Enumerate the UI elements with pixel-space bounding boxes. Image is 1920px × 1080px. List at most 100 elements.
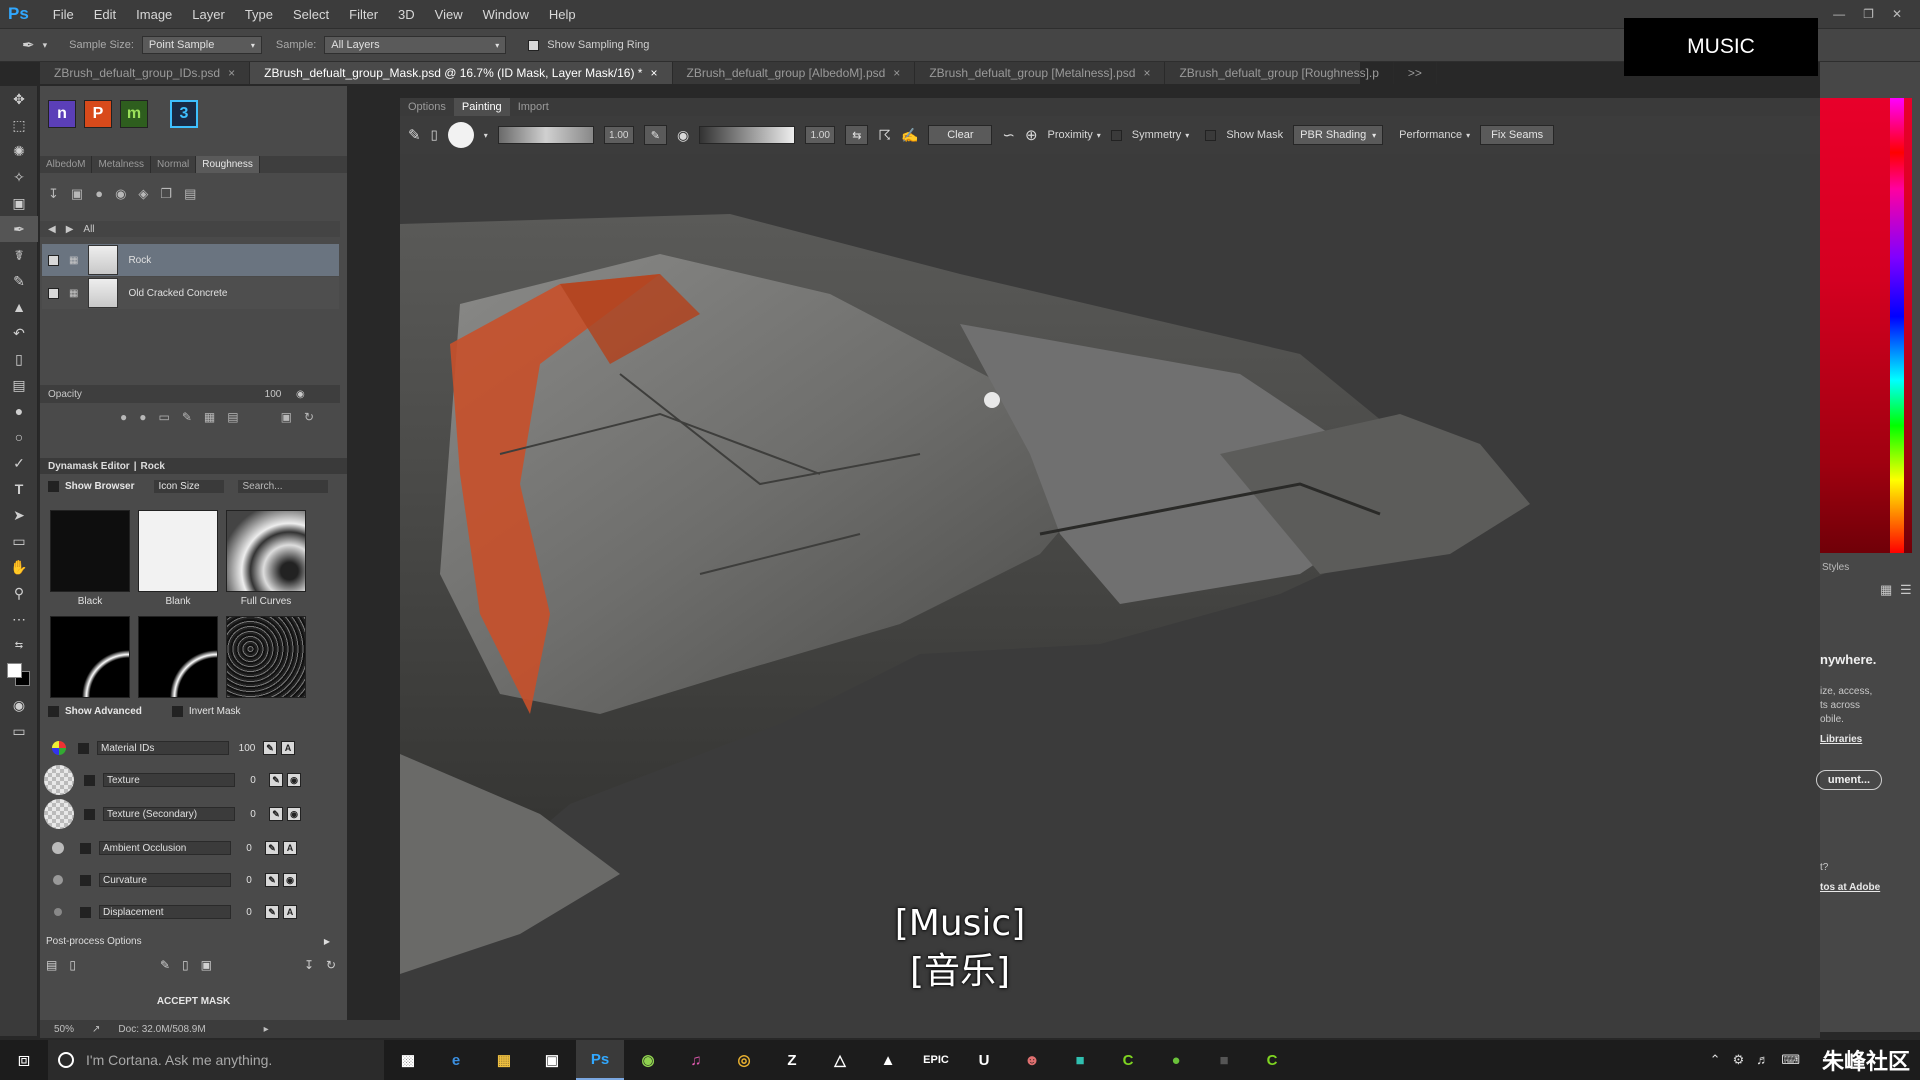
- settings-icon[interactable]: ◉: [287, 807, 301, 821]
- marquee-tool-icon[interactable]: ⬚: [0, 112, 38, 138]
- doc-tabs-overflow[interactable]: >>: [1394, 62, 1437, 84]
- invert-mask-checkbox[interactable]: [171, 706, 183, 717]
- sample-select[interactable]: All Layers ▾: [324, 36, 507, 54]
- menu-help[interactable]: Help: [539, 7, 586, 22]
- cortana-search[interactable]: I'm Cortana. Ask me anything.: [48, 1040, 384, 1080]
- accept-mask-button[interactable]: ACCEPT MASK: [40, 990, 347, 1012]
- color-swatches-icon[interactable]: [0, 658, 38, 692]
- brush-icon[interactable]: ✎: [408, 126, 421, 144]
- doc-tab-metalness[interactable]: ZBrush_defualt_group [Metalness].psd ×: [915, 62, 1166, 84]
- performance-dropdown[interactable]: Performance: [1399, 129, 1462, 141]
- clone-stamp-tool-icon[interactable]: ▲: [0, 294, 38, 320]
- camtasia-icon[interactable]: C: [1104, 1040, 1152, 1080]
- symmetry-checkbox[interactable]: [1110, 129, 1122, 141]
- channel-tab-normal[interactable]: Normal: [151, 156, 197, 173]
- mask-thumb-noise[interactable]: [226, 616, 306, 698]
- property-row-displacement[interactable]: Displacement 0 ✎ A: [42, 898, 332, 926]
- refresh-icon[interactable]: ↻: [304, 410, 314, 424]
- keyboard-icon[interactable]: ⌨: [1781, 1052, 1800, 1068]
- shading-select[interactable]: PBR Shading ▾: [1293, 125, 1384, 145]
- edit-icon[interactable]: ✎: [269, 807, 283, 821]
- auto-icon[interactable]: A: [283, 841, 297, 855]
- post-process-row[interactable]: Post-process Options ▶: [40, 932, 340, 950]
- share-icon[interactable]: ↗: [92, 1024, 100, 1035]
- menu-filter[interactable]: Filter: [339, 7, 388, 22]
- edit-icon[interactable]: ✎: [265, 905, 279, 919]
- eyedropper-tool-icon[interactable]: ✒: [0, 216, 38, 242]
- search-field[interactable]: Search...: [238, 480, 329, 493]
- magic-wand-tool-icon[interactable]: ✧: [0, 164, 38, 190]
- flow-icon[interactable]: ◉: [677, 127, 689, 144]
- eraser-icon[interactable]: ▯: [431, 127, 438, 143]
- substance-icon[interactable]: ◉: [624, 1040, 672, 1080]
- chevron-down-icon[interactable]: ▾: [484, 131, 488, 140]
- zoom-level[interactable]: 50%: [54, 1024, 74, 1035]
- size-value[interactable]: 1.00: [603, 126, 634, 144]
- move-tool-icon[interactable]: ✥: [0, 86, 38, 112]
- icon-size-field[interactable]: Icon Size: [154, 480, 225, 493]
- swap-colors-icon[interactable]: ⇆: [0, 632, 38, 658]
- property-enable-checkbox[interactable]: [80, 874, 91, 886]
- character-icon[interactable]: ☻: [1008, 1040, 1056, 1080]
- proximity-dropdown[interactable]: Proximity: [1048, 129, 1093, 141]
- brush-tool-icon[interactable]: ✎: [0, 268, 38, 294]
- brush-preview-icon[interactable]: [447, 122, 474, 148]
- doc-info[interactable]: Doc: 32.0M/508.9M: [118, 1024, 205, 1035]
- mask-thumb-full-curves[interactable]: [226, 510, 306, 592]
- brush-icon[interactable]: ✎: [160, 958, 170, 972]
- history-brush-tool-icon[interactable]: ↶: [0, 320, 38, 346]
- duplicate-icon[interactable]: ❐: [160, 186, 172, 202]
- menu-window[interactable]: Window: [473, 7, 539, 22]
- tab-painting[interactable]: Painting: [453, 98, 510, 116]
- menu-file[interactable]: File: [43, 7, 84, 22]
- save-icon[interactable]: ▤: [46, 958, 57, 972]
- swap-button[interactable]: ⇆: [845, 125, 869, 145]
- fix-seams-button[interactable]: Fix Seams: [1480, 125, 1555, 145]
- folder-icon[interactable]: ▦: [204, 410, 215, 424]
- edit-icon[interactable]: ✎: [265, 841, 279, 855]
- doc-tab-mask[interactable]: ZBrush_defualt_group_Mask.psd @ 16.7% (I…: [250, 62, 673, 84]
- marmoset-icon[interactable]: ■: [1056, 1040, 1104, 1080]
- property-value[interactable]: 0: [241, 775, 265, 786]
- close-icon[interactable]: ✕: [1892, 7, 1902, 21]
- property-enable-checkbox[interactable]: [84, 808, 95, 820]
- app-m-icon[interactable]: m: [120, 100, 148, 128]
- new-document-button[interactable]: ument...: [1816, 770, 1882, 790]
- sample-size-select[interactable]: Point Sample ▾: [141, 36, 262, 54]
- auto-icon[interactable]: A: [281, 741, 295, 755]
- blur-tool-icon[interactable]: ●: [0, 398, 38, 424]
- camtasia-alt-icon[interactable]: C: [1248, 1040, 1296, 1080]
- show-browser-checkbox[interactable]: [48, 481, 59, 492]
- volume-icon[interactable]: ♬: [1756, 1052, 1769, 1068]
- list-view-icon[interactable]: ☰: [1900, 582, 1912, 598]
- edit-icon[interactable]: ✎: [265, 873, 279, 887]
- network-icon[interactable]: ⚙: [1733, 1052, 1745, 1068]
- dark-app-icon[interactable]: ■: [1200, 1040, 1248, 1080]
- property-row-curvature[interactable]: Curvature 0 ✎ ◉: [42, 866, 332, 894]
- menu-type[interactable]: Type: [235, 7, 283, 22]
- property-enable-checkbox[interactable]: [84, 774, 95, 786]
- menu-edit[interactable]: Edit: [84, 7, 126, 22]
- lasso-tool-icon[interactable]: ✺: [0, 138, 38, 164]
- channel-tab-roughness[interactable]: Roughness: [196, 156, 260, 173]
- adobe-link[interactable]: tos at Adobe: [1820, 882, 1880, 893]
- grid-view-icon[interactable]: ▦: [1880, 582, 1892, 598]
- channel-tab-albedo[interactable]: AlbedoM: [40, 156, 93, 173]
- mask-icon[interactable]: ●: [120, 410, 127, 424]
- property-enable-checkbox[interactable]: [80, 906, 91, 918]
- export-icon[interactable]: ▣: [281, 410, 292, 424]
- app-n-icon[interactable]: n: [48, 100, 76, 128]
- property-value[interactable]: 0: [237, 875, 261, 886]
- eyedropper-tool-icon[interactable]: ✒: [22, 36, 35, 54]
- symmetry-dropdown[interactable]: Symmetry: [1132, 129, 1182, 141]
- menu-layer[interactable]: Layer: [182, 7, 235, 22]
- trash-icon[interactable]: ▯: [69, 958, 76, 972]
- settings-icon[interactable]: ◉: [283, 873, 297, 887]
- more-tools-icon[interactable]: ⋯: [0, 606, 38, 632]
- pen-tool-icon[interactable]: ✓: [0, 450, 38, 476]
- property-value[interactable]: 0: [237, 843, 261, 854]
- flow-value[interactable]: 1.00: [805, 126, 836, 144]
- restore-icon[interactable]: ❐: [1863, 7, 1874, 21]
- pressure-size-button[interactable]: ✎: [643, 125, 667, 145]
- image-icon[interactable]: ▣: [201, 958, 212, 972]
